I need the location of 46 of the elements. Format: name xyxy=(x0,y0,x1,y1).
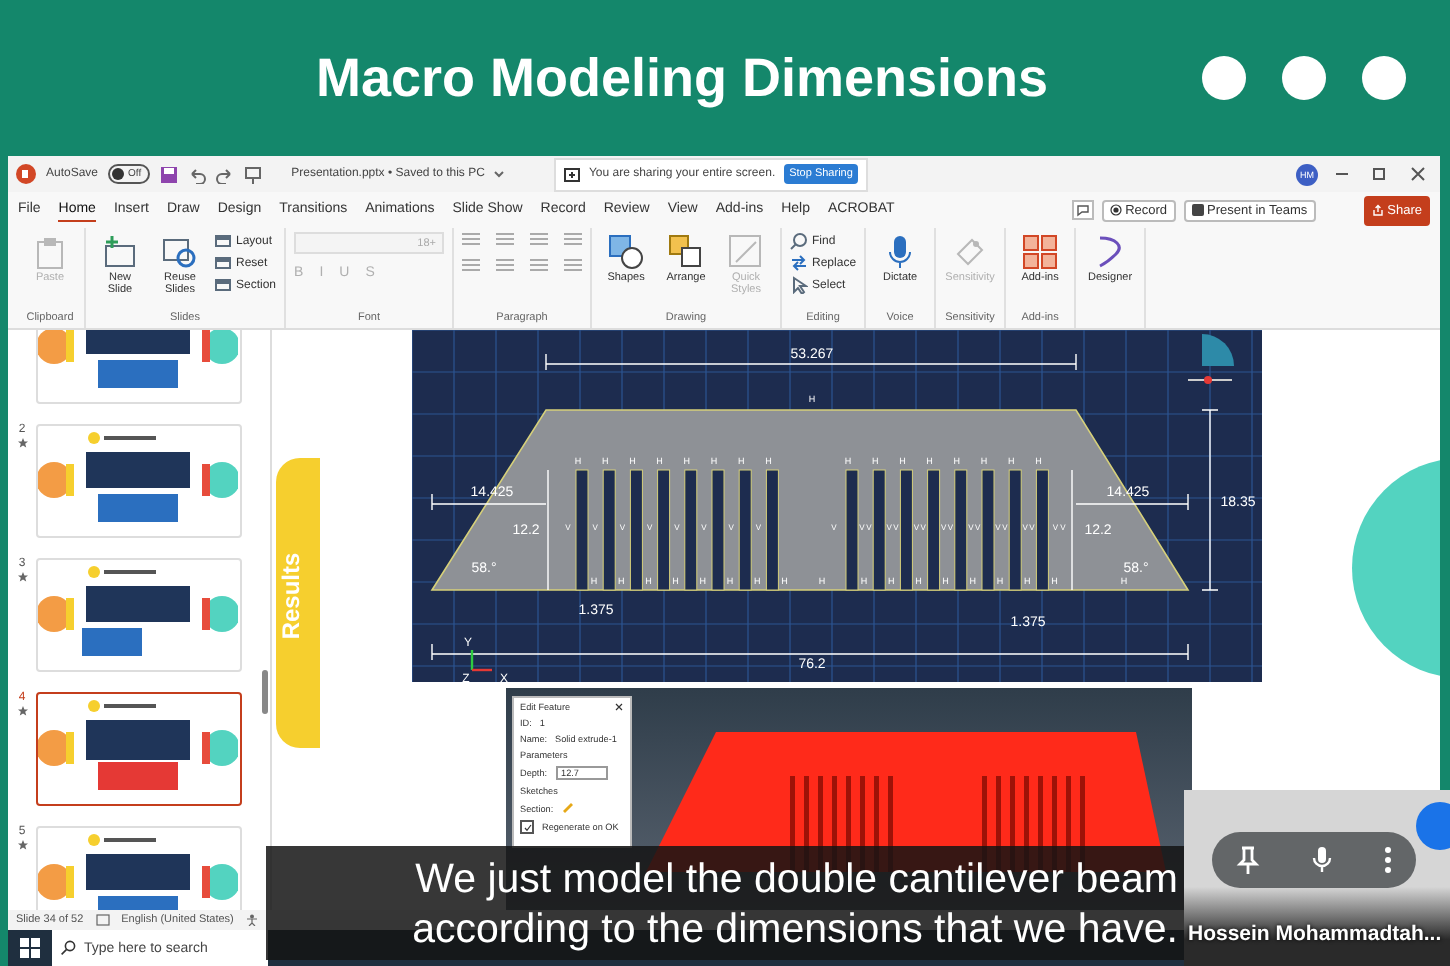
caption-line: We just model the double cantilever beam xyxy=(415,853,1178,903)
redo-icon[interactable] xyxy=(215,165,234,183)
participant-name: Hossein Mohammadtah... xyxy=(1188,922,1442,946)
star-icon xyxy=(17,572,27,582)
microphone-icon[interactable] xyxy=(1309,846,1334,874)
slides-icon xyxy=(162,234,198,270)
star-icon xyxy=(17,840,27,850)
caret-icon xyxy=(494,170,505,178)
view-orientation-icon xyxy=(1187,334,1234,384)
comment-icon[interactable] xyxy=(1071,200,1094,220)
dot-icon xyxy=(1282,56,1326,100)
share-icon xyxy=(1371,204,1384,216)
section-icon xyxy=(214,276,232,294)
star-icon xyxy=(17,438,27,448)
presenter-icon[interactable] xyxy=(243,165,262,183)
save-icon[interactable] xyxy=(159,165,178,183)
arrange-icon xyxy=(668,234,705,270)
replace-icon xyxy=(790,254,809,272)
grid-icon xyxy=(1022,234,1059,270)
search-icon xyxy=(790,232,809,250)
search-icon xyxy=(60,940,76,956)
axis-triad-icon xyxy=(470,650,492,672)
dot-icon xyxy=(1202,56,1246,100)
close-icon[interactable] xyxy=(614,702,624,712)
tag-icon xyxy=(952,234,989,270)
checkbox[interactable] xyxy=(520,820,534,834)
record-icon xyxy=(1109,204,1122,216)
section-label: Results xyxy=(277,552,306,640)
new-slide-icon xyxy=(102,234,138,270)
undo-icon[interactable] xyxy=(187,165,206,183)
clipboard-icon xyxy=(32,234,68,270)
pin-icon[interactable] xyxy=(1236,846,1261,874)
accessibility-icon[interactable] xyxy=(245,914,258,926)
share-screen-icon xyxy=(564,167,581,181)
scrollbar-thumb[interactable] xyxy=(262,670,268,714)
slide-title: Macro Modeling Dimensions xyxy=(316,47,1051,109)
star-icon xyxy=(17,706,27,716)
dot-icon xyxy=(1362,56,1406,100)
layout-icon xyxy=(214,232,232,250)
shapes-icon xyxy=(608,234,645,270)
more-options-icon[interactable] xyxy=(1383,846,1392,874)
cursor-icon xyxy=(790,276,809,294)
notes-icon[interactable] xyxy=(95,914,110,926)
reset-icon xyxy=(214,254,232,272)
caption-line: according to the dimensions that we have. xyxy=(412,903,1178,953)
app-logo-icon xyxy=(16,164,36,184)
